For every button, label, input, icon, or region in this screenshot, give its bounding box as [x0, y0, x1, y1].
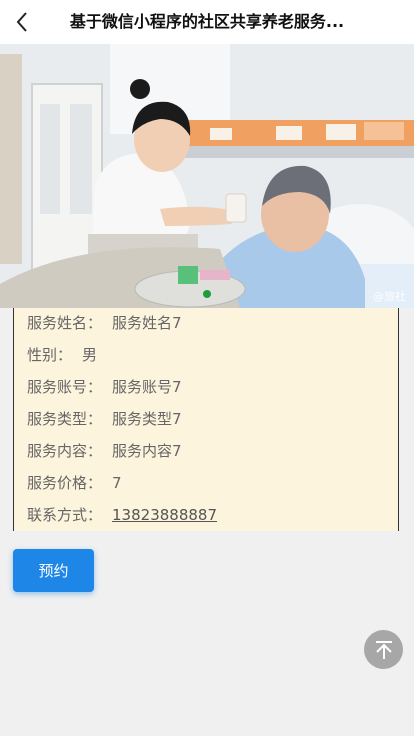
banner-carousel[interactable]: @旅社 [0, 44, 414, 308]
type-value: 服务类型7 [112, 410, 182, 428]
price-label: 服务价格： [27, 474, 103, 492]
detail-row-gender: 性别： 男 [27, 344, 97, 366]
account-label: 服务账号： [27, 378, 103, 396]
back-to-top-button[interactable] [364, 630, 403, 669]
service-details-panel: 服务姓名： 服务姓名7 性别： 男 服务账号： 服务账号7 服务类型： 服务类型7 服务… [13, 308, 399, 531]
detail-row-content: 服务内容： 服务内容7 [27, 440, 182, 462]
detail-row-name: 服务姓名： 服务姓名7 [27, 312, 182, 334]
price-value: 7 [112, 474, 122, 492]
detail-row-price: 服务价格： 7 [27, 472, 122, 494]
detail-row-contact: 联系方式： 13823888887 [27, 504, 217, 526]
back-button[interactable] [8, 8, 36, 36]
gender-label: 性别： [27, 346, 73, 364]
banner-watermark: @旅社 [373, 290, 406, 303]
chevron-left-icon [16, 12, 27, 32]
name-label: 服务姓名： [27, 314, 103, 332]
contact-label: 联系方式： [27, 506, 103, 524]
detail-row-type: 服务类型： 服务类型7 [27, 408, 182, 430]
page-title: 基于微信小程序的社区共享养老服务... [69, 12, 345, 31]
type-label: 服务类型： [27, 410, 103, 428]
nav-bar: 基于微信小程序的社区共享养老服务... [0, 0, 414, 44]
detail-row-account: 服务账号： 服务账号7 [27, 376, 182, 398]
account-value: 服务账号7 [112, 378, 182, 396]
arrow-up-icon [375, 640, 392, 659]
content-label: 服务内容： [27, 442, 103, 460]
carousel-indicator-dot[interactable] [203, 290, 211, 298]
gender-value: 男 [82, 346, 98, 364]
name-value: 服务姓名7 [112, 314, 182, 332]
banner-image [0, 44, 414, 308]
book-button[interactable]: 预约 [13, 549, 94, 592]
content-value: 服务内容7 [112, 442, 182, 460]
contact-phone-link[interactable]: 13823888887 [112, 506, 217, 524]
